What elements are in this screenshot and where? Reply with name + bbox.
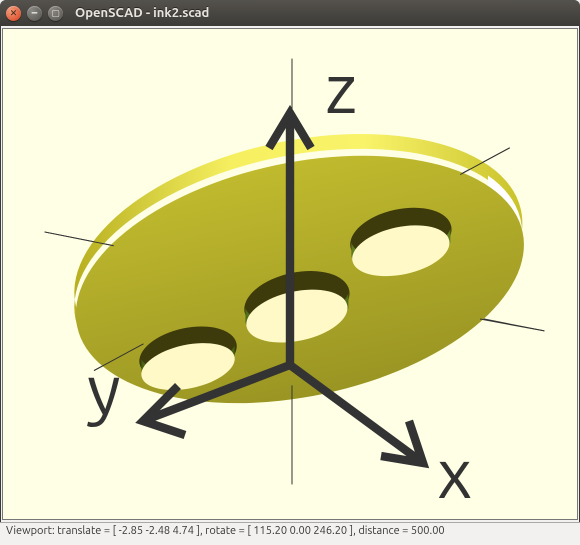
- statusbar: Viewport: translate = [ -2.85 -2.48 4.74…: [0, 522, 580, 545]
- statusbar-text: Viewport: translate = [ -2.85 -2.48 4.74…: [6, 525, 445, 537]
- viewport-3d[interactable]: z x y: [2, 28, 578, 520]
- titlebar[interactable]: ✕ ━ ▢ OpenSCAD - ink2.scad: [0, 0, 580, 26]
- window-title: OpenSCAD - ink2.scad: [75, 6, 209, 20]
- axis-indicator: z x y: [3, 29, 577, 519]
- axis-z-label: z: [325, 49, 357, 127]
- app-window: ✕ ━ ▢ OpenSCAD - ink2.scad: [0, 0, 580, 545]
- axis-y-label: y: [87, 350, 121, 428]
- minimize-icon[interactable]: ━: [27, 6, 42, 21]
- close-icon[interactable]: ✕: [6, 6, 21, 21]
- axis-x-label: x: [437, 434, 472, 512]
- maximize-icon[interactable]: ▢: [48, 6, 63, 21]
